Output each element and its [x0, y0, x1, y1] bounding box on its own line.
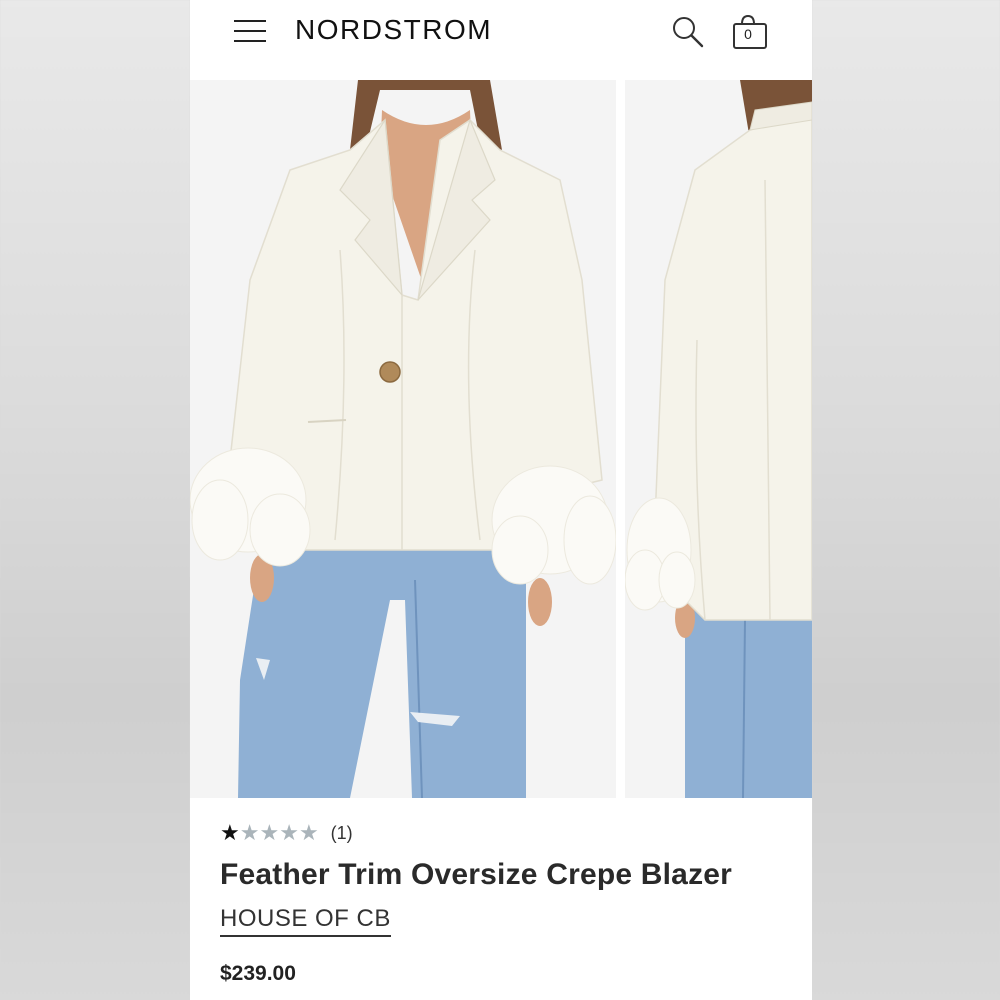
- review-count[interactable]: (1): [331, 823, 353, 844]
- shopping-bag-button[interactable]: 0: [730, 12, 770, 52]
- product-image-back[interactable]: [625, 80, 812, 798]
- star-rating: ★ ★ ★ ★ ★: [220, 822, 319, 844]
- blurred-background-left: [0, 0, 190, 1000]
- product-price: $239.00: [220, 962, 296, 985]
- star-icon: ★: [298, 820, 319, 845]
- product-page: NORDSTROM 0 ★ ★ ★ ★ ★ (1) Feather Trim O…: [190, 0, 812, 1000]
- search-icon[interactable]: [670, 14, 706, 50]
- hamburger-menu-icon[interactable]: [234, 18, 268, 44]
- star-icon: ★: [239, 820, 260, 845]
- product-title: Feather Trim Oversize Crepe Blazer: [220, 858, 733, 891]
- site-header: NORDSTROM 0: [190, 0, 812, 80]
- blurred-background-right: [812, 0, 1000, 1000]
- star-icon: ★: [220, 820, 240, 845]
- brand-link[interactable]: HOUSE OF CB: [220, 905, 391, 937]
- star-icon: ★: [259, 820, 280, 845]
- product-image-gallery[interactable]: [190, 80, 812, 798]
- star-icon: ★: [279, 820, 299, 845]
- bag-count: 0: [744, 26, 752, 42]
- nordstrom-logo[interactable]: NORDSTROM: [295, 14, 492, 46]
- product-image-front[interactable]: [190, 80, 616, 798]
- rating-row[interactable]: ★ ★ ★ ★ ★ (1): [220, 822, 353, 844]
